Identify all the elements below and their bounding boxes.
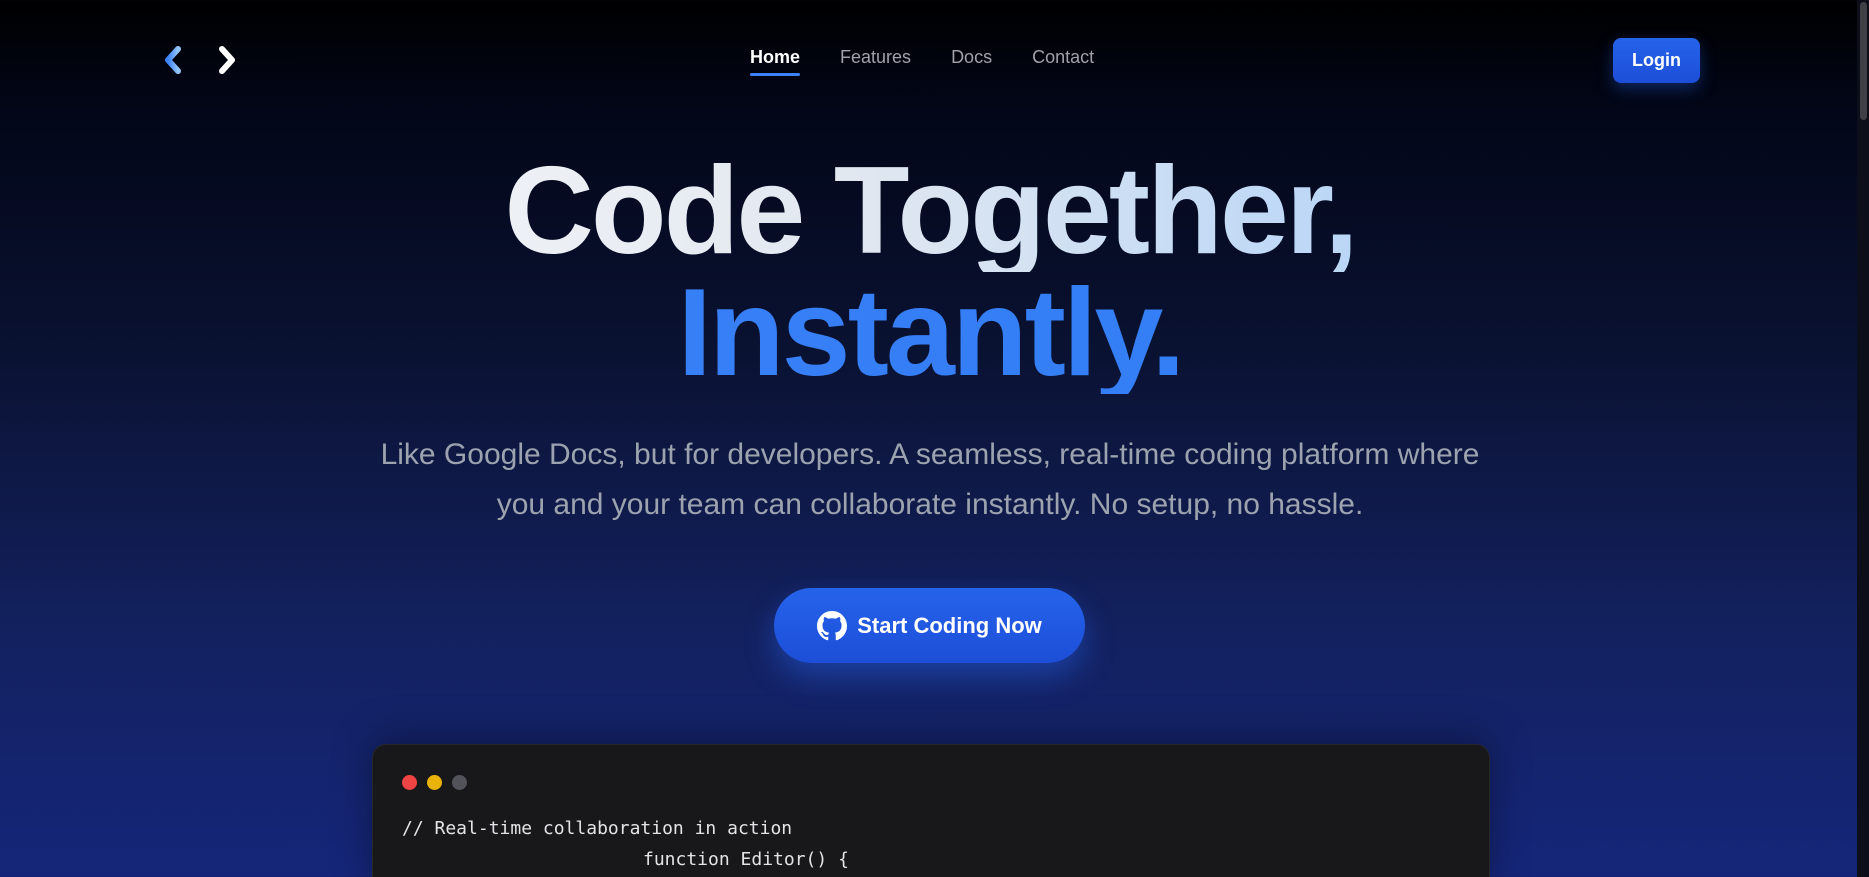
hero-title: Code Together, Instantly. (0, 149, 1860, 395)
nav-link-contact[interactable]: Contact (1032, 47, 1094, 74)
code-comment: // Real-time collaboration in action (402, 818, 793, 839)
hero-subtitle: Like Google Docs, but for developers. A … (380, 438, 1480, 521)
navbar: Home Features Docs Contact Login (0, 0, 1869, 120)
minimize-dot (427, 775, 442, 790)
scrollbar-thumb[interactable] (1860, 2, 1867, 120)
nav-link-docs[interactable]: Docs (951, 47, 992, 74)
nav-link-features[interactable]: Features (840, 47, 911, 74)
close-dot (402, 775, 417, 790)
code-preview-window: // Real-time collaboration in action fun… (372, 744, 1490, 877)
main-nav: Home Features Docs Contact (750, 47, 1094, 76)
start-coding-label: Start Coding Now (857, 612, 1042, 638)
code-snippet: // Real-time collaboration in action fun… (402, 813, 849, 875)
code-line-2: function Editor() { (643, 849, 849, 870)
window-controls (402, 775, 467, 790)
page-scrollbar[interactable] (1857, 0, 1869, 877)
login-button[interactable]: Login (1613, 38, 1700, 83)
hero-title-line1: Code Together, (0, 149, 1860, 273)
github-icon (817, 610, 848, 640)
nav-link-home[interactable]: Home (750, 47, 801, 76)
start-coding-button[interactable]: Start Coding Now (774, 588, 1085, 663)
hero-title-line2: Instantly. (0, 271, 1860, 395)
maximize-dot (452, 775, 467, 790)
code-arrows-icon[interactable] (164, 44, 236, 76)
